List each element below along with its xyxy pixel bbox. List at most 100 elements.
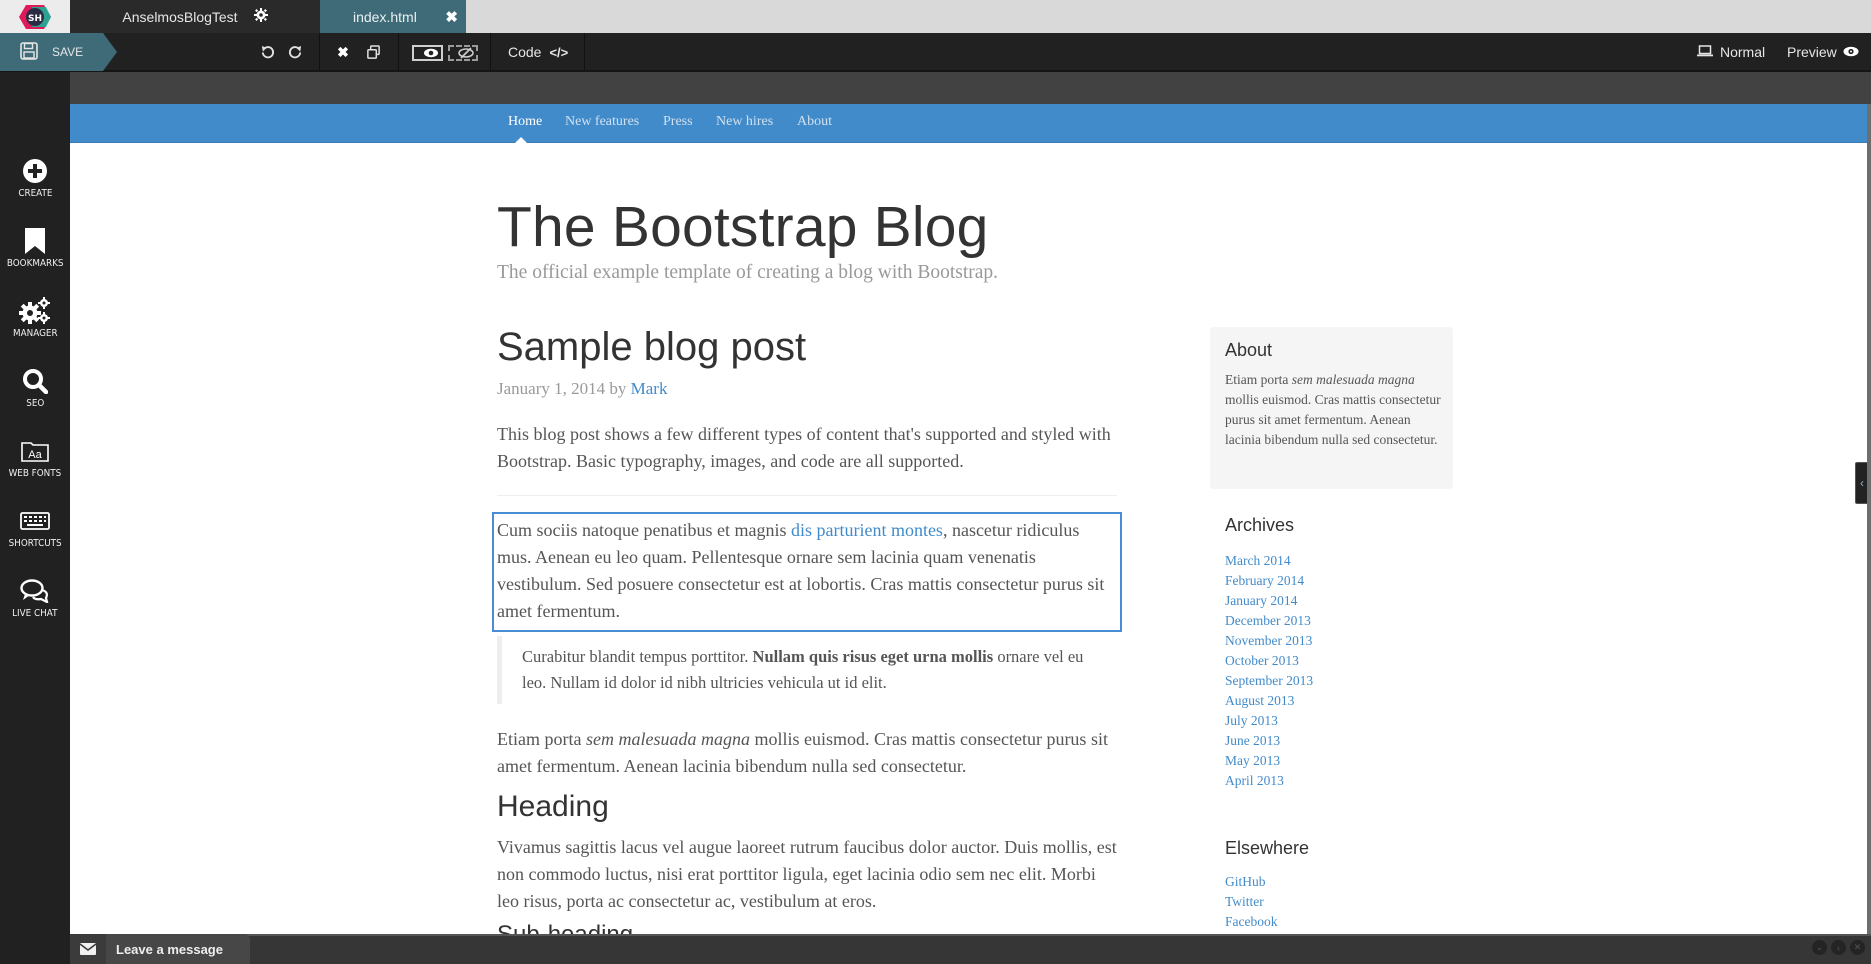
post-paragraph-2: Etiam porta sem malesuada magna mollis e… <box>497 726 1127 780</box>
archive-link[interactable]: December 2013 <box>1225 613 1311 629</box>
device-mode-button[interactable]: Normal <box>1697 33 1765 71</box>
nav-link-new-features[interactable]: New features <box>565 114 639 130</box>
code-label: Code <box>508 44 542 60</box>
plus-circle-icon <box>23 156 47 186</box>
elsewhere-link-facebook[interactable]: Facebook <box>1225 914 1277 930</box>
redo-icon[interactable] <box>286 33 304 71</box>
hide-hidden-toggle[interactable] <box>448 45 478 61</box>
left-sidebar: CREATE BOOKMARKS MANAGER SEO Aa WEB FONT… <box>0 72 70 964</box>
gear-icon[interactable] <box>253 8 268 25</box>
text: Etiam porta <box>1225 372 1292 387</box>
file-tab[interactable]: index.html ✖ <box>320 0 466 33</box>
leave-message-button[interactable]: Leave a message <box>70 934 250 964</box>
code-view-button[interactable]: Code </> <box>508 33 568 71</box>
elsewhere-title: Elsewhere <box>1225 838 1310 858</box>
italic-text: sem malesuada magna <box>585 729 750 749</box>
archive-link[interactable]: September 2013 <box>1225 673 1313 689</box>
sidebar-item-create[interactable]: CREATE <box>0 156 70 212</box>
preview-button[interactable]: Preview <box>1787 33 1859 71</box>
archive-link[interactable]: February 2014 <box>1225 573 1304 589</box>
text: Etiam porta <box>497 729 586 749</box>
code-icon: </> <box>549 44 569 60</box>
post-intro: This blog post shows a few different typ… <box>497 424 1111 471</box>
project-tab[interactable]: AnselmosBlogTest <box>70 0 320 33</box>
archive-link[interactable]: October 2013 <box>1225 653 1299 669</box>
sidebar-item-web-fonts[interactable]: Aa WEB FONTS <box>0 436 70 492</box>
sidebar-item-shortcuts[interactable]: SHORTCUTS <box>0 506 70 562</box>
sidebar-item-label: LIVE CHAT <box>12 608 58 619</box>
close-tab-icon[interactable]: ✖ <box>445 8 458 26</box>
post-paragraph-3: Vivamus sagittis lacus vel augue laoreet… <box>497 837 1117 911</box>
toolbar-divider <box>490 33 491 71</box>
laptop-icon <box>1697 44 1713 60</box>
blog-navbar: Home New features Press New hires About <box>70 104 1867 143</box>
nav-link-home[interactable]: Home <box>508 114 542 130</box>
blog-description: The official example template of creatin… <box>497 262 999 283</box>
active-nav-caret <box>515 137 527 143</box>
show-hidden-toggle[interactable] <box>412 45 443 61</box>
archive-link[interactable]: November 2013 <box>1225 633 1312 649</box>
toolbar-divider <box>319 33 320 71</box>
nav-link-press[interactable]: Press <box>663 114 693 130</box>
sidebar-item-label: SEO <box>25 398 45 409</box>
sidebar-item-manager[interactable]: MANAGER <box>0 296 70 352</box>
post-author-link[interactable]: Mark <box>631 379 668 398</box>
nav-link-new-hires[interactable]: New hires <box>716 114 773 130</box>
eye-icon <box>1843 44 1859 60</box>
close-chat-icon[interactable]: ✕ <box>1850 940 1865 955</box>
sidebar-item-bookmarks[interactable]: BOOKMARKS <box>0 226 70 282</box>
archive-link[interactable]: June 2013 <box>1225 733 1280 749</box>
nav-link-about[interactable]: About <box>797 114 832 130</box>
sidebar-item-live-chat[interactable]: LIVE CHAT <box>0 576 70 632</box>
save-arrow-decoration <box>103 33 117 71</box>
back-chevron-icon[interactable]: ‹ <box>1831 940 1846 955</box>
duplicate-icon[interactable] <box>364 33 382 71</box>
toolbar: SAVE ✖ Code </> Normal Preview <box>0 33 1871 72</box>
file-name: index.html <box>353 8 417 25</box>
text: Curabitur blandit tempus porttitor. <box>522 647 753 666</box>
delete-icon[interactable]: ✖ <box>336 33 350 71</box>
undo-icon[interactable] <box>258 33 276 71</box>
paragraph-link[interactable]: dis parturient montes <box>791 520 943 540</box>
sidebar-item-label: WEB FONTS <box>8 468 62 479</box>
blog-title: The Bootstrap Blog <box>497 195 989 259</box>
elsewhere-link-twitter[interactable]: Twitter <box>1225 894 1264 910</box>
post-meta: January 1, 2014 by Mark <box>497 379 667 399</box>
blockquote: Curabitur blandit tempus porttitor. Null… <box>522 644 1102 696</box>
archives-title: Archives <box>1225 515 1295 535</box>
text: mollis euismod. Cras mattis consectetur … <box>1225 392 1441 447</box>
archive-link[interactable]: May 2013 <box>1225 753 1280 769</box>
post-paragraph-1[interactable]: Cum sociis natoque penatibus et magnis d… <box>497 517 1117 625</box>
envelope-icon <box>70 934 106 964</box>
page-canvas: Home New features Press New hires About … <box>70 104 1867 934</box>
gears-icon <box>19 296 51 326</box>
sidebar-item-label: SHORTCUTS <box>8 538 62 549</box>
footer-bar <box>70 934 1871 964</box>
archive-link[interactable]: March 2014 <box>1225 553 1291 569</box>
svg-text:SH: SH <box>28 14 42 24</box>
svg-text:Aa: Aa <box>28 449 42 461</box>
archive-link[interactable]: January 2014 <box>1225 593 1297 609</box>
sidebar-item-label: BOOKMARKS <box>6 258 64 269</box>
canvas-ruler-area <box>70 72 1871 104</box>
text: Cum sociis natoque penatibus et magnis <box>497 520 791 540</box>
collapse-panel-toggle[interactable]: ‹ <box>1855 462 1867 504</box>
post-date: January 1, 2014 by <box>497 379 631 398</box>
toolbar-divider <box>398 33 399 71</box>
search-icon <box>22 366 48 396</box>
italic-text: sem malesuada magna <box>1291 372 1415 387</box>
leave-message-label: Leave a message <box>116 941 223 957</box>
logo-icon: SH <box>18 4 52 30</box>
post-heading: Heading <box>497 790 609 823</box>
eye-slash-icon <box>458 47 474 59</box>
sidebar-item-seo[interactable]: SEO <box>0 366 70 422</box>
save-button[interactable]: SAVE <box>0 33 103 71</box>
archive-link[interactable]: August 2013 <box>1225 693 1294 709</box>
post-title: Sample blog post <box>497 325 807 369</box>
save-label: SAVE <box>52 45 84 59</box>
archive-link[interactable]: April 2013 <box>1225 773 1284 789</box>
elsewhere-link-github[interactable]: GitHub <box>1225 874 1266 890</box>
minimize-chat-icon[interactable]: ⌄ <box>1812 940 1827 955</box>
archive-link[interactable]: July 2013 <box>1225 713 1278 729</box>
app-logo[interactable]: SH <box>0 0 70 33</box>
